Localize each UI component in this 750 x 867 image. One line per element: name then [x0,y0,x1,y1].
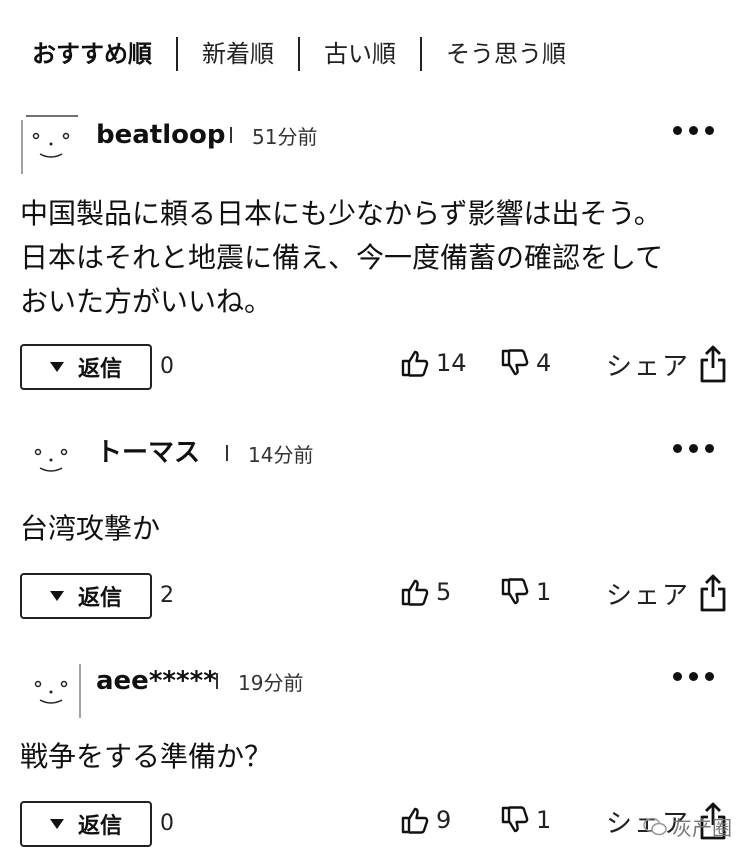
like-count: 14 [436,349,467,377]
reply-button-label: 返信 [77,814,122,839]
reply-button[interactable]: 返信 [20,801,152,847]
like-count: 5 [436,578,452,606]
share-button[interactable]: シェア [606,344,728,384]
thumbs-up-icon [401,579,429,606]
like-button[interactable]: 5 [400,577,451,607]
comment-actions: 返信 2 5 1 シェア [20,573,730,621]
sort-tab-recommended[interactable]: おすすめ順 [20,36,176,72]
thumbs-up-icon [401,807,429,834]
comment-actions: 返信 0 14 4 シェア [20,344,730,392]
comment-meta: 14分前 [226,436,313,470]
reply-button[interactable]: 返信 [20,573,152,619]
triangle-down-icon [49,819,64,829]
comment-timestamp: 14分前 [248,442,314,467]
thumbs-down-icon [501,349,529,376]
reply-count: 0 [160,811,174,836]
face-avatar-icon [20,114,82,176]
watermark-text: 灰产圈 [672,816,732,840]
more-dots-icon[interactable] [673,126,714,135]
meta-divider [216,673,218,689]
comment-header: aee***** 19分前 [20,660,730,724]
thumbs-up-icon [401,350,429,377]
comment-header: トーマス 14分前 [20,432,730,496]
like-count: 9 [436,806,452,834]
comment-header: beatloop 51分前 [20,114,730,178]
thumbs-down-icon [501,806,529,833]
face-avatar-icon [20,432,82,494]
dislike-button[interactable]: 4 [500,348,551,378]
share-label: シェア [606,351,691,382]
reply-button-label: 返信 [77,586,122,611]
reply-count: 0 [160,354,174,379]
share-icon [700,574,726,612]
sort-tabs: おすすめ順 新着順 古い順 そう思う順 [20,36,590,72]
comment-username[interactable]: beatloop [96,118,225,152]
comment-timestamp: 19分前 [238,670,304,695]
sort-tab-agree[interactable]: そう思う順 [422,36,590,72]
reply-count: 2 [160,583,174,608]
watermark: 灰产圈 [642,812,732,841]
meta-divider [230,127,232,143]
comment-text: 戦争をする準備か？ [20,740,273,773]
comment-username[interactable]: トーマス [96,436,200,470]
face-avatar-icon [20,660,82,722]
comment-item: aee***** 19分前 戦争をする準備か？ 返信 0 9 1 シェア [0,660,750,860]
like-button[interactable]: 9 [400,805,451,835]
chat-bubble-icon [643,817,667,835]
triangle-down-icon [49,362,64,372]
comment-actions: 返信 0 9 1 シェア [20,801,730,849]
share-button[interactable]: シェア [606,573,728,613]
dislike-count: 1 [536,578,552,606]
comment-username[interactable]: aee***** [96,664,217,698]
share-icon [700,345,726,383]
more-dots-icon[interactable] [673,672,714,681]
comment-item: beatloop 51分前 中国製品に頼る日本にも少なからず影響は出そう。 日本… [0,114,750,394]
meta-divider [226,445,228,461]
comment-meta: 19分前 [216,664,303,698]
dislike-button[interactable]: 1 [500,577,551,607]
like-button[interactable]: 14 [400,348,467,378]
comment-text: 中国製品に頼る日本にも少なからず影響は出そう。 日本はそれと地震に備え、今一度備… [20,197,664,318]
comment-timestamp: 51分前 [252,124,318,149]
reply-button[interactable]: 返信 [20,344,152,390]
dislike-button[interactable]: 1 [500,805,551,835]
dislike-count: 1 [536,806,552,834]
triangle-down-icon [49,591,64,601]
comment-text: 台湾攻撃か [20,512,161,545]
dislike-count: 4 [536,349,552,377]
reply-button-label: 返信 [77,357,122,382]
more-dots-icon[interactable] [673,444,714,453]
thumbs-down-icon [501,578,529,605]
sort-tab-newest[interactable]: 新着順 [178,36,298,72]
comment-item: トーマス 14分前 台湾攻撃か 返信 2 5 1 シェア [0,432,750,622]
share-label: シェア [606,580,691,611]
comment-meta: 51分前 [230,118,317,152]
sort-tab-oldest[interactable]: 古い順 [300,36,420,72]
